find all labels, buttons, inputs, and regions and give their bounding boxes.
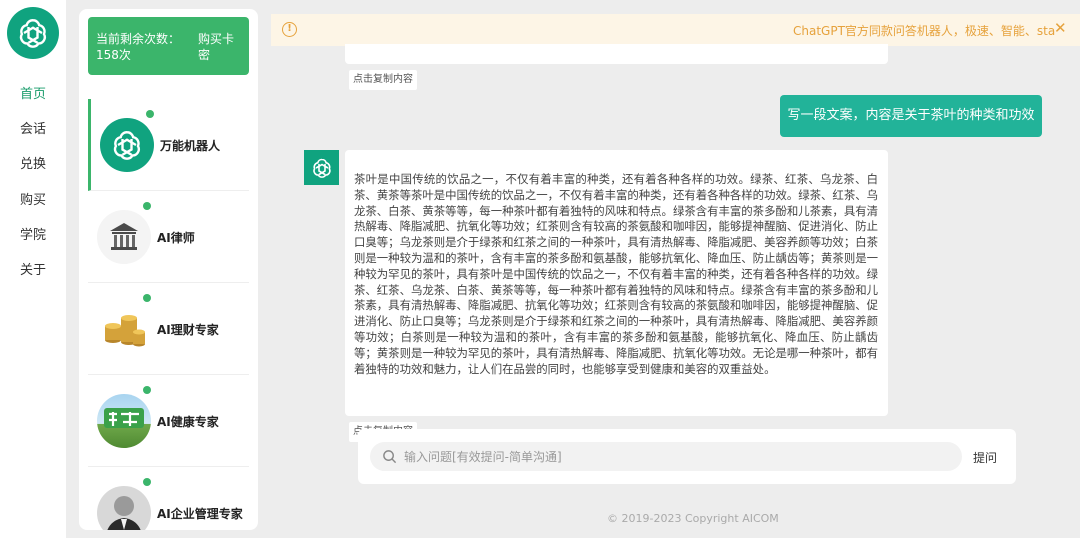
ask-button[interactable]: 提问	[973, 449, 997, 466]
credits-card: 当前剩余次数：158次 购买卡密	[88, 17, 249, 75]
nav-item-about[interactable]: 关于	[20, 259, 46, 278]
nav-item-academy[interactable]: 学院	[20, 224, 46, 243]
nav-item-purchase[interactable]: 购买	[20, 189, 46, 208]
notice-bar: ! ChatGPT官方同款问答机器人，极速、智能、stable ✕	[271, 14, 1080, 46]
bot-item-universal[interactable]: 万能机器人	[88, 99, 249, 191]
user-message: 写一段文案，内容是关于茶叶的种类和功效	[780, 95, 1042, 137]
warning-icon: !	[282, 22, 297, 37]
openai-logo-icon	[100, 118, 154, 172]
openai-logo-icon[interactable]	[7, 7, 59, 59]
health-icon	[97, 394, 151, 448]
bot-name: AI企业管理专家	[157, 507, 243, 521]
previous-message-bubble	[345, 44, 888, 64]
online-dot	[143, 202, 151, 210]
openai-logo-icon	[304, 150, 339, 185]
remaining-count: 当前剩余次数：158次	[96, 32, 181, 62]
close-icon[interactable]: ✕	[1054, 19, 1067, 37]
notice-text: ChatGPT官方同款问答机器人，极速、智能、stable	[793, 24, 1055, 38]
bot-item-lawyer[interactable]: AI律师	[88, 191, 249, 283]
bot-name: AI理财专家	[157, 323, 219, 337]
online-dot	[143, 386, 151, 394]
coins-icon	[97, 302, 151, 356]
left-nav: 首页 会话 兑换 购买 学院 关于	[0, 0, 66, 538]
input-area: 提问	[358, 429, 1016, 484]
online-dot	[143, 478, 151, 486]
bot-item-finance[interactable]: AI理财专家	[88, 283, 249, 375]
nav-item-sessions[interactable]: 会话	[20, 118, 46, 137]
search-icon	[383, 450, 397, 464]
online-dot	[143, 294, 151, 302]
nav-item-home[interactable]: 首页	[20, 83, 46, 102]
person-portrait-icon	[97, 486, 151, 530]
online-dot	[146, 110, 154, 118]
copy-content-button[interactable]: 点击复制内容	[349, 70, 417, 90]
bot-name: AI律师	[157, 231, 195, 245]
bot-item-management[interactable]: AI企业管理专家	[88, 467, 249, 530]
nav-item-redeem[interactable]: 兑换	[20, 153, 46, 172]
courthouse-icon	[97, 210, 151, 264]
bot-item-health[interactable]: AI健康专家	[88, 375, 249, 467]
bot-name: 万能机器人	[160, 139, 221, 153]
bot-message: 茶叶是中国传统的饮品之一，不仅有着丰富的种类，还有着各种各样的功效。绿茶、红茶、…	[345, 150, 888, 416]
bot-list-panel: 当前剩余次数：158次 购买卡密 万能机器人 AI律师 AI理财专家 AI健康专…	[79, 9, 258, 530]
buy-card-link[interactable]: 购买卡密	[198, 31, 242, 63]
question-input[interactable]	[404, 442, 954, 471]
bot-name: AI健康专家	[157, 415, 219, 429]
copyright-footer: © 2019-2023 Copyright AICOM	[607, 512, 779, 525]
question-box	[370, 442, 962, 471]
